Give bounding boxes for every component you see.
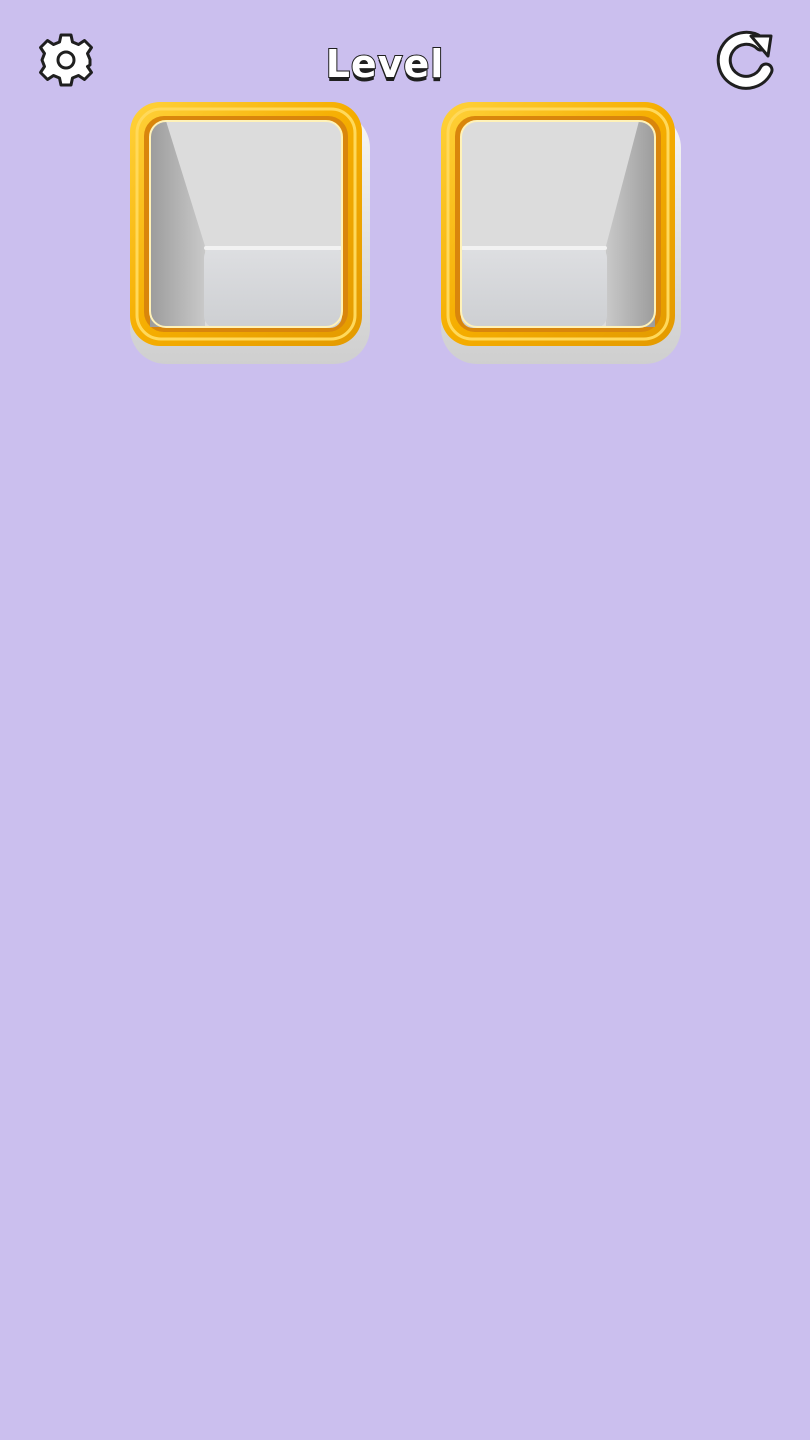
restart-button[interactable] <box>716 30 776 90</box>
container-box-1[interactable] <box>130 102 370 364</box>
game-screen: Level <box>0 0 810 1440</box>
gear-icon <box>39 33 93 87</box>
container-box-2[interactable] <box>441 102 681 364</box>
restart-arrow-icon <box>716 30 774 90</box>
settings-button[interactable] <box>36 30 96 90</box>
level-title: Level <box>325 41 445 87</box>
